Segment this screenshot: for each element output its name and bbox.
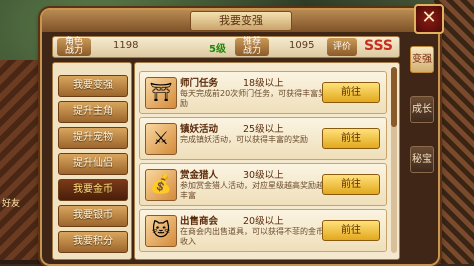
menu-item-improve-partner[interactable]: 提升仙侣 — [58, 153, 128, 175]
task-description: 每天完成前20次师门任务，可获得丰富奖励 — [180, 89, 327, 108]
list-item: 💰 赏金猎人 30级以上 参加赏金猎人活动，对应星级越高奖励越丰富 前往 — [139, 163, 387, 206]
task-level: 25级以上 — [243, 124, 284, 135]
category-menu: 我要变强 提升主角 提升宠物 提升仙侣 我要金币 我要银币 我要积分 — [52, 62, 132, 260]
scrollbar-thumb[interactable] — [391, 67, 397, 127]
list-item: ⛩ 师门任务 18级以上 每天完成前20次师门任务，可获得丰富奖励 前往 — [139, 71, 387, 114]
sword-icon: ⚔ — [145, 123, 177, 155]
temple-icon: ⛩ — [145, 77, 177, 109]
panel-title-bar: 我要变强 — [42, 10, 438, 32]
become-stronger-panel: 我要变强 ✕ 角色 战力 1198 5级 推荐 战力 1095 评价 SSS 我… — [40, 4, 444, 266]
level-value: 5级 — [209, 44, 226, 55]
task-title: 镇妖活动 — [180, 124, 219, 135]
go-button[interactable]: 前往 — [322, 174, 380, 195]
go-button[interactable]: 前往 — [322, 220, 380, 241]
task-level: 20级以上 — [243, 216, 284, 227]
tab-treasure[interactable]: 秘宝 — [410, 146, 434, 173]
menu-item-silver[interactable]: 我要银币 — [58, 205, 128, 227]
menu-item-points[interactable]: 我要积分 — [58, 231, 128, 253]
task-level: 18级以上 — [243, 78, 284, 89]
panel-title: 我要变强 — [190, 11, 292, 31]
task-description: 参加赏金猎人活动，对应星级越高奖励越丰富 — [180, 181, 324, 200]
menu-item-improve-pet[interactable]: 提升宠物 — [58, 127, 128, 149]
current-power-value: 1198 — [113, 40, 139, 51]
task-list-scrollbar[interactable] — [391, 67, 397, 253]
task-level: 30级以上 — [243, 170, 284, 181]
recommended-power-value: 1095 — [289, 40, 315, 51]
close-button[interactable]: ✕ — [414, 4, 444, 34]
bounty-icon: 💰 — [145, 169, 177, 201]
power-stats-bar: 角色 战力 1198 5级 推荐 战力 1095 评价 SSS — [52, 36, 400, 58]
rating-label: 评价 — [327, 38, 357, 56]
tab-become-stronger[interactable]: 变强 — [410, 46, 434, 73]
current-power-label: 角色 战力 — [57, 38, 91, 56]
go-button[interactable]: 前往 — [322, 128, 380, 149]
friends-hud-label[interactable]: 好友 — [2, 196, 20, 209]
background-building-right — [434, 0, 474, 264]
task-description: 完成镇妖活动，可以获得丰富的奖励 — [180, 135, 308, 144]
task-title: 赏金猎人 — [180, 170, 219, 181]
task-description: 在商会内出售道具，可以获得不菲的金币收入 — [180, 227, 324, 246]
task-list: ⛩ 师门任务 18级以上 每天完成前20次师门任务，可获得丰富奖励 前往 ⚔ 镇… — [134, 62, 400, 260]
task-title: 出售商会 — [180, 216, 219, 227]
merchant-icon: 🐱 — [145, 215, 177, 247]
menu-item-gold[interactable]: 我要金币 — [58, 179, 128, 201]
go-button[interactable]: 前往 — [322, 82, 380, 103]
recommended-power-label: 推荐 战力 — [235, 38, 269, 56]
list-item: ⚔ 镇妖活动 25级以上 完成镇妖活动，可以获得丰富的奖励 前往 — [139, 117, 387, 160]
tab-growth[interactable]: 成长 — [410, 96, 434, 123]
rating-value: SSS — [364, 38, 393, 54]
menu-item-become-stronger[interactable]: 我要变强 — [58, 75, 128, 97]
task-title: 师门任务 — [180, 78, 219, 89]
close-icon: ✕ — [421, 7, 437, 28]
background-building-left — [0, 60, 40, 260]
list-item: 🐱 出售商会 20级以上 在商会内出售道具，可以获得不菲的金币收入 前往 — [139, 209, 387, 252]
menu-item-improve-hero[interactable]: 提升主角 — [58, 101, 128, 123]
